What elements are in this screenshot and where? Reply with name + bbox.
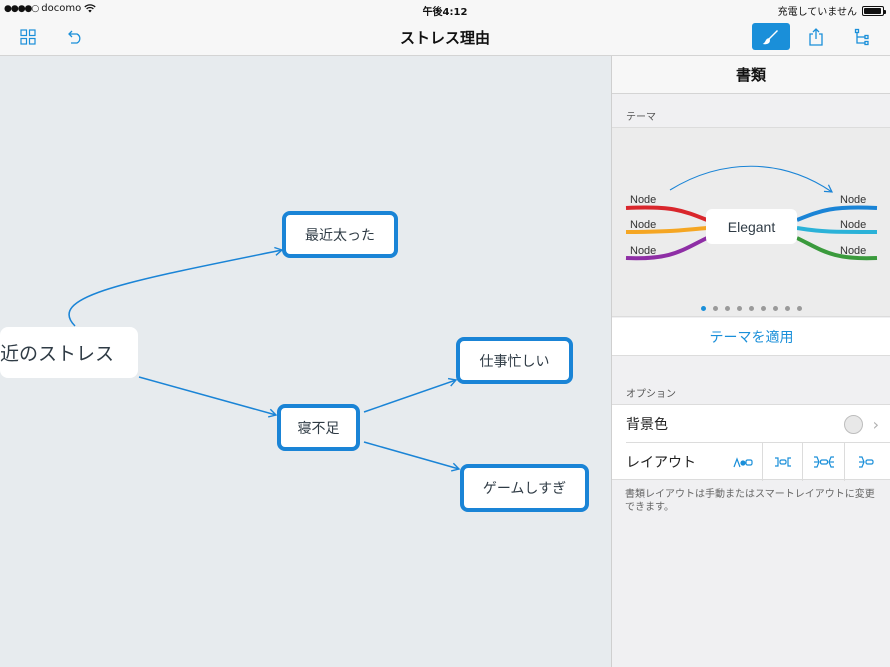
topic-label: ゲームしすぎ: [482, 481, 567, 497]
page-dot[interactable]: [737, 306, 742, 311]
status-bar: ●●●●○ docomo 午後4:12 充電していません: [0, 0, 890, 18]
page-dot[interactable]: [701, 306, 706, 311]
panel-title: 書類: [612, 56, 890, 94]
theme-node-label: Node: [630, 194, 656, 206]
background-color-row[interactable]: 背景色 ›: [612, 405, 890, 443]
page-dot[interactable]: [785, 306, 790, 311]
topic-label: 寝不足: [297, 420, 340, 437]
balanced-layout-icon: [774, 457, 791, 467]
status-time: 午後4:12: [422, 7, 468, 18]
theme-page-indicator[interactable]: [612, 306, 890, 311]
apply-theme-button[interactable]: テーマを適用: [612, 318, 890, 356]
page-dot[interactable]: [725, 306, 730, 311]
theme-center-label: Elegant: [728, 219, 776, 235]
options-section-label: オプション: [626, 389, 676, 400]
chevron-right-icon: ›: [872, 414, 879, 434]
color-swatch[interactable]: [844, 414, 863, 434]
battery-icon: [862, 5, 886, 16]
layout-options: [722, 443, 886, 481]
options-group: 背景色 › レイアウト: [612, 404, 890, 481]
root-topic[interactable]: 近のストレス: [0, 327, 138, 378]
page-dot[interactable]: [797, 306, 802, 311]
topic-node-3[interactable]: 仕事忙しい: [456, 337, 573, 384]
outline-tree-icon: [854, 28, 869, 45]
theme-section-label: テーマ: [626, 112, 656, 123]
format-panel: 書類 テーマ Elegant Node Node Node Node Node: [611, 56, 890, 667]
theme-node-label: Node: [840, 194, 866, 206]
status-right: 充電していません: [777, 3, 886, 18]
theme-preview[interactable]: Elegant Node Node Node Node Node Node: [612, 127, 890, 317]
format-button[interactable]: [752, 23, 790, 50]
theme-node-label: Node: [840, 219, 866, 231]
layout-manual-button[interactable]: [722, 443, 762, 481]
theme-node-label: Node: [630, 219, 656, 231]
topic-node-1[interactable]: 最近太った: [282, 211, 398, 258]
topic-node-2[interactable]: 寝不足: [277, 404, 360, 451]
share-button[interactable]: [797, 23, 835, 50]
layout-balanced-button[interactable]: [762, 443, 802, 481]
topic-label: 仕事忙しい: [479, 353, 550, 370]
topic-label: 最近太った: [305, 227, 375, 244]
layout-both-sides-button[interactable]: [802, 443, 844, 481]
left-layout-icon: [858, 456, 874, 468]
theme-preview-graphic: Elegant Node Node Node Node Node Node: [625, 165, 878, 261]
outline-button[interactable]: [843, 23, 881, 50]
both-sides-layout-icon: [813, 456, 834, 468]
page-dot[interactable]: [713, 306, 718, 311]
theme-node-label: Node: [630, 245, 656, 257]
page-dot[interactable]: [749, 306, 754, 311]
page-dot[interactable]: [761, 306, 766, 311]
charging-status: 充電していません: [777, 7, 857, 18]
layout-help-text: 書類レイアウトは手動またはスマートレイアウトに変更できます。: [625, 489, 875, 513]
brush-icon: [762, 29, 778, 44]
page-dot[interactable]: [773, 306, 778, 311]
manual-layout-icon: [733, 457, 753, 468]
layout-label: レイアウト: [626, 455, 696, 471]
root-topic-label: 近のストレス: [0, 343, 115, 365]
layout-row: レイアウト: [612, 443, 890, 481]
background-color-label: 背景色: [626, 417, 668, 433]
theme-node-label: Node: [840, 245, 866, 257]
mindmap-canvas[interactable]: 近のストレス 最近太った 寝不足 仕事忙しい ゲームしすぎ: [0, 56, 611, 667]
share-icon: [809, 27, 823, 46]
topic-node-4[interactable]: ゲームしすぎ: [460, 464, 589, 512]
layout-left-button[interactable]: [844, 443, 886, 481]
navigation-bar: ストレス理由: [0, 18, 890, 56]
